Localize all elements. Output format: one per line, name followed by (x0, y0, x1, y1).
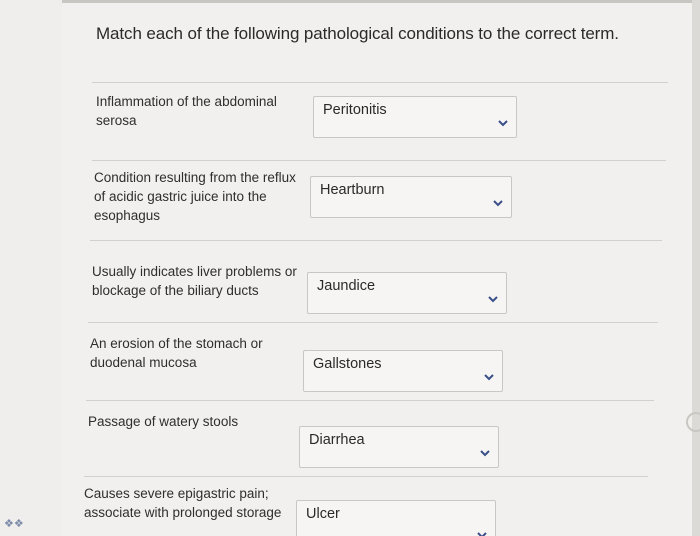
chevron-down-icon (498, 120, 508, 127)
chevron-down-icon (488, 296, 498, 303)
match-select-6-value: Ulcer (306, 506, 340, 522)
match-prompt-1: Inflammation of the abdominal serosa (96, 94, 277, 128)
quiz-page: ❖❖ Match each of the following pathologi… (0, 0, 700, 536)
match-select-2[interactable]: Heartburn (310, 176, 512, 218)
match-select-5[interactable]: Diarrhea (299, 426, 499, 468)
match-prompt-5: Passage of watery stools (88, 414, 239, 429)
divider (90, 240, 662, 241)
chevron-down-icon (480, 450, 490, 457)
match-select-4[interactable]: Gallstones (303, 350, 503, 392)
chevron-down-icon (477, 532, 487, 536)
match-select-5-value: Diarrhea (309, 432, 365, 448)
divider (88, 322, 658, 323)
match-prompt-6: Causes severe epigastric pain; associate… (84, 486, 282, 520)
match-select-3[interactable]: Jaundice (307, 272, 507, 314)
partial-circle-icon (686, 412, 700, 432)
divider (86, 400, 654, 401)
left-margin: ❖❖ (0, 0, 63, 536)
chevron-down-icon (484, 374, 494, 381)
match-select-1[interactable]: Peritonitis (313, 96, 517, 138)
match-prompt-4: An erosion of the stomach or duodenal mu… (90, 336, 263, 370)
app-icon: ❖❖ (4, 518, 24, 530)
chevron-down-icon (493, 200, 503, 207)
match-prompt-3: Usually indicates liver problems or bloc… (92, 264, 297, 298)
divider (84, 476, 648, 477)
match-select-1-value: Peritonitis (323, 102, 387, 118)
match-select-3-value: Jaundice (317, 278, 376, 294)
divider (92, 82, 668, 83)
match-prompt-2: Condition resulting from the reflux of a… (94, 170, 296, 223)
divider (92, 160, 666, 161)
top-border (62, 0, 698, 3)
match-select-6[interactable]: Ulcer (296, 500, 496, 536)
right-edge (686, 0, 700, 536)
question-title: Match each of the following pathological… (96, 24, 619, 43)
match-select-4-value: Gallstones (313, 356, 382, 372)
match-select-2-value: Heartburn (320, 182, 385, 198)
